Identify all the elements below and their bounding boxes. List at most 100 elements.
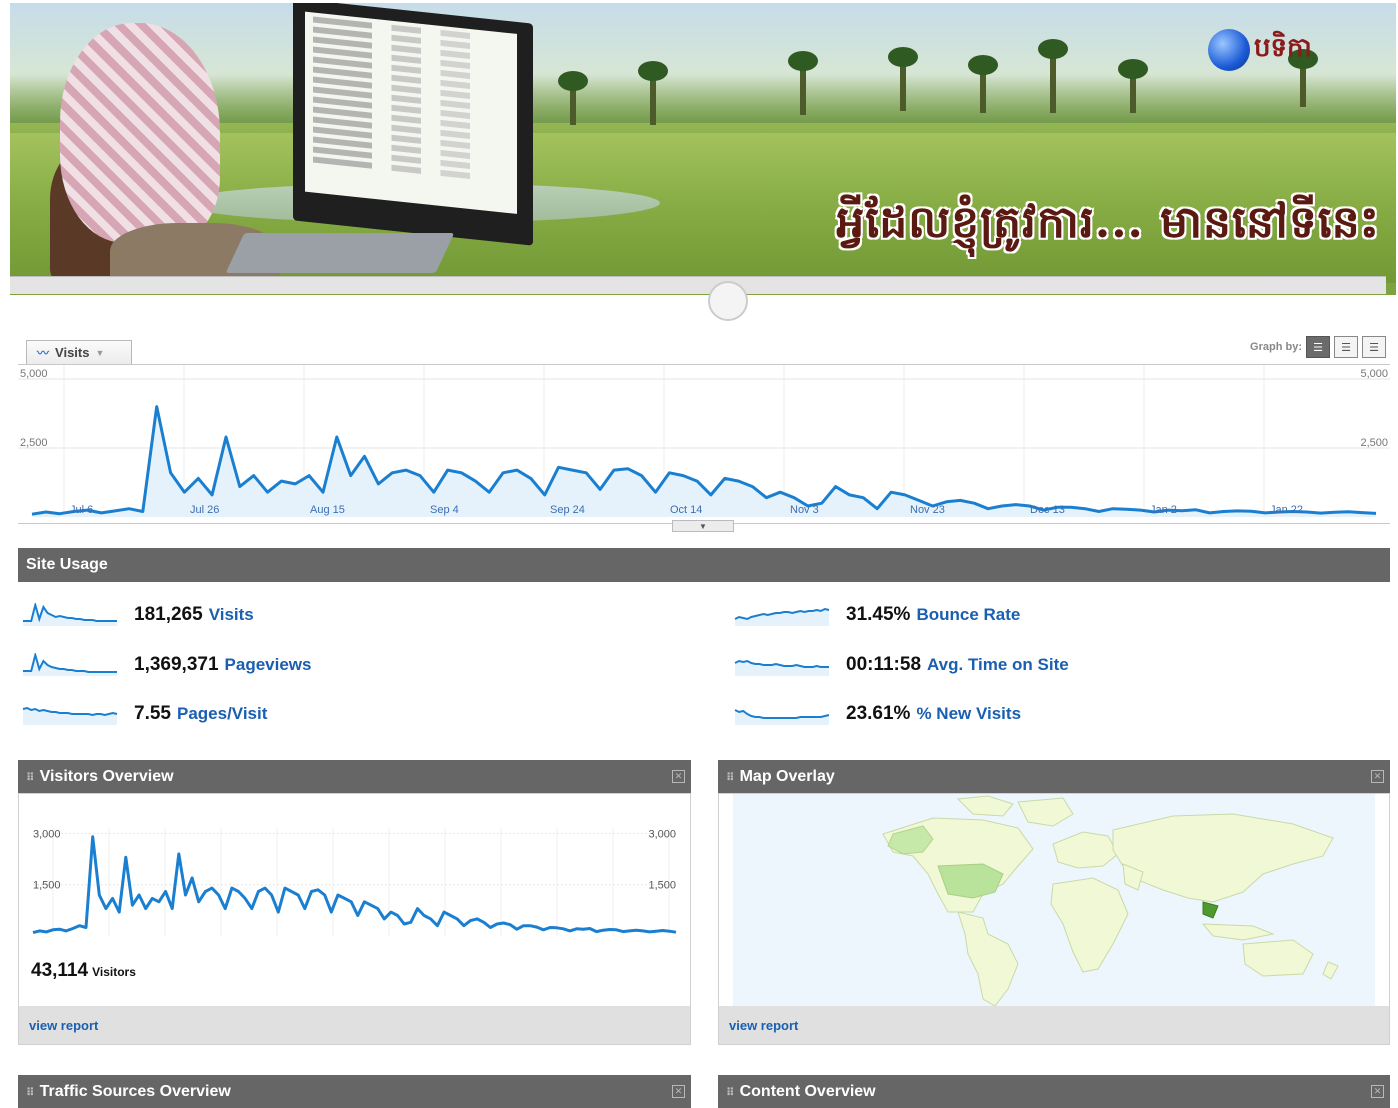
usage-value: 7.55 <box>134 703 171 724</box>
map-overlay-title: Map Overlay <box>739 768 835 785</box>
pageviews-sparkline <box>23 653 117 676</box>
main-visits-graph: 〰 Visits ▼ Graph by: ☰ ☰ ☰ 5,000 5,000 2,5… <box>18 336 1390 536</box>
site-usage-title: Site Usage <box>26 556 108 573</box>
expand-graph-toggle[interactable]: ▼ <box>672 520 734 532</box>
palm-tree-icon <box>638 61 668 125</box>
indonesia[interactable] <box>1201 923 1275 941</box>
usage-label[interactable]: Pages/Visit <box>177 704 267 723</box>
globe-logo-icon <box>1208 29 1250 71</box>
monitor-screen <box>305 11 517 214</box>
pages-per-visit-sparkline <box>22 706 118 725</box>
y-tick-label: 3,000 <box>33 828 61 840</box>
map-overlay-panel: view report <box>718 793 1390 1045</box>
visitors-overview-header[interactable]: ⠿ Visitors Overview ✕ <box>18 760 691 794</box>
y-tick-label: 5,000 <box>20 368 48 380</box>
new-zealand[interactable] <box>1322 961 1339 980</box>
cambodia-highlight[interactable] <box>1202 901 1219 919</box>
traffic-sources-header[interactable]: ⠿ Traffic Sources Overview ✕ <box>18 1075 691 1108</box>
asia[interactable] <box>1112 813 1334 903</box>
avg-time-sparkline <box>734 659 829 676</box>
united-states[interactable] <box>937 863 1004 899</box>
map-view-report-footer: view report <box>719 1006 1389 1044</box>
x-tick-label: Jan 2 <box>1150 504 1177 516</box>
visits-area-chart: 5,000 5,000 2,500 2,500 Jul 6 Jul 26 Aug 15 Sep… <box>18 365 1390 517</box>
usage-metric-new-visits[interactable]: 23.61% % New Visits <box>734 702 1021 726</box>
usage-label[interactable]: Bounce Rate <box>916 605 1020 624</box>
line-chart-icon: 〰 <box>37 346 50 360</box>
europe[interactable] <box>1052 831 1119 869</box>
computer-monitor <box>293 3 533 246</box>
graph-by-month-button[interactable]: ☰ <box>1362 336 1386 358</box>
palm-tree-icon <box>558 71 588 125</box>
drag-handle-icon[interactable]: ⠿ <box>726 1086 735 1099</box>
banner-bottom-bar <box>10 276 1386 321</box>
banner-woman-photo <box>50 23 280 293</box>
usage-metric-pageviews[interactable]: 1,369,371 Pageviews <box>22 653 311 677</box>
usage-metric-visits[interactable]: 181,265 Visits <box>22 603 254 627</box>
keyboard <box>225 233 455 273</box>
usage-label[interactable]: Visits <box>209 605 254 624</box>
palm-tree-icon <box>888 47 918 111</box>
x-tick-label: Dec 13 <box>1030 504 1065 516</box>
sparkline-fill <box>735 661 829 676</box>
south-america[interactable] <box>957 911 1019 1006</box>
drag-handle-icon[interactable]: ⠿ <box>726 771 735 784</box>
new-visits-sparkline <box>734 709 830 725</box>
krama-headscarf <box>60 23 220 243</box>
content-overview-title: Content Overview <box>739 1083 876 1100</box>
usage-value: 23.61% <box>846 703 911 724</box>
traffic-sources-title: Traffic Sources Overview <box>39 1083 231 1100</box>
chevron-down-icon: ▼ <box>95 347 105 358</box>
drag-handle-icon[interactable]: ⠿ <box>26 1086 35 1099</box>
graph-by-label: Graph by: <box>1250 341 1302 353</box>
world-map[interactable] <box>733 794 1375 1006</box>
usage-metric-pages-per-visit[interactable]: 7.55 Pages/Visit <box>22 702 267 726</box>
y-tick-label: 5,000 <box>1360 368 1388 380</box>
close-icon[interactable]: ✕ <box>1371 1085 1384 1098</box>
map-view-report-link[interactable]: view report <box>729 1018 798 1033</box>
world-map-icon <box>882 795 1339 1006</box>
x-tick-label: Jul 6 <box>70 504 93 516</box>
usage-label[interactable]: Pageviews <box>225 655 312 674</box>
x-tick-label: Oct 14 <box>670 504 702 516</box>
visits-sparkline <box>23 603 117 626</box>
visitors-count-unit: Visitors <box>92 965 136 979</box>
map-overlay-header[interactable]: ⠿ Map Overlay ✕ <box>718 760 1390 794</box>
graph-by-day-button[interactable]: ☰ <box>1306 336 1330 358</box>
usage-metric-avg-time[interactable]: 00:11:58 Avg. Time on Site <box>734 653 1069 677</box>
y-tick-label: 2,500 <box>20 437 48 449</box>
x-tick-label: Sep 24 <box>550 504 585 516</box>
palm-tree-icon <box>788 51 818 115</box>
visitors-view-report-footer: view report <box>19 1006 690 1044</box>
greenland-area[interactable] <box>956 795 1014 817</box>
x-tick-label: Jul 26 <box>190 504 219 516</box>
graph-by-controls: Graph by: ☰ ☰ ☰ <box>1250 336 1386 358</box>
y-tick-label: 1,500 <box>648 880 676 892</box>
africa[interactable] <box>1050 877 1129 973</box>
content-overview-header[interactable]: ⠿ Content Overview ✕ <box>718 1075 1390 1108</box>
x-tick-label: Nov 3 <box>790 504 819 516</box>
banner-slogan: អ្វីដែលខ្ញុំត្រូវការ... មាននៅទីនេះ <box>836 197 1380 248</box>
metric-label: Visits <box>55 345 90 360</box>
close-icon[interactable]: ✕ <box>672 770 685 783</box>
x-tick-label: Sep 4 <box>430 504 459 516</box>
logo-text: បទិកា <box>1254 33 1312 63</box>
usage-label[interactable]: Avg. Time on Site <box>927 655 1069 674</box>
visitors-view-report-link[interactable]: view report <box>29 1018 98 1033</box>
bounce-rate-sparkline <box>734 607 830 626</box>
close-icon[interactable]: ✕ <box>672 1085 685 1098</box>
metric-selector[interactable]: 〰 Visits ▼ <box>26 340 132 364</box>
drag-handle-icon[interactable]: ⠿ <box>26 771 35 784</box>
greenland[interactable] <box>1017 797 1074 827</box>
visitors-overview-title: Visitors Overview <box>39 768 174 785</box>
visitors-overview-panel: 3,000 3,000 1,500 1,500 43,114 Visitors view… <box>18 793 691 1045</box>
x-tick-label: Nov 23 <box>910 504 945 516</box>
usage-metric-bounce-rate[interactable]: 31.45% Bounce Rate <box>734 603 1020 627</box>
site-logo[interactable]: បទិកា <box>1208 29 1312 71</box>
usage-label[interactable]: % New Visits <box>916 704 1021 723</box>
banner-handle-icon[interactable] <box>708 281 748 321</box>
close-icon[interactable]: ✕ <box>1371 770 1384 783</box>
graph-by-week-button[interactable]: ☰ <box>1334 336 1358 358</box>
australia[interactable] <box>1242 939 1314 977</box>
y-tick-label: 3,000 <box>648 828 676 840</box>
